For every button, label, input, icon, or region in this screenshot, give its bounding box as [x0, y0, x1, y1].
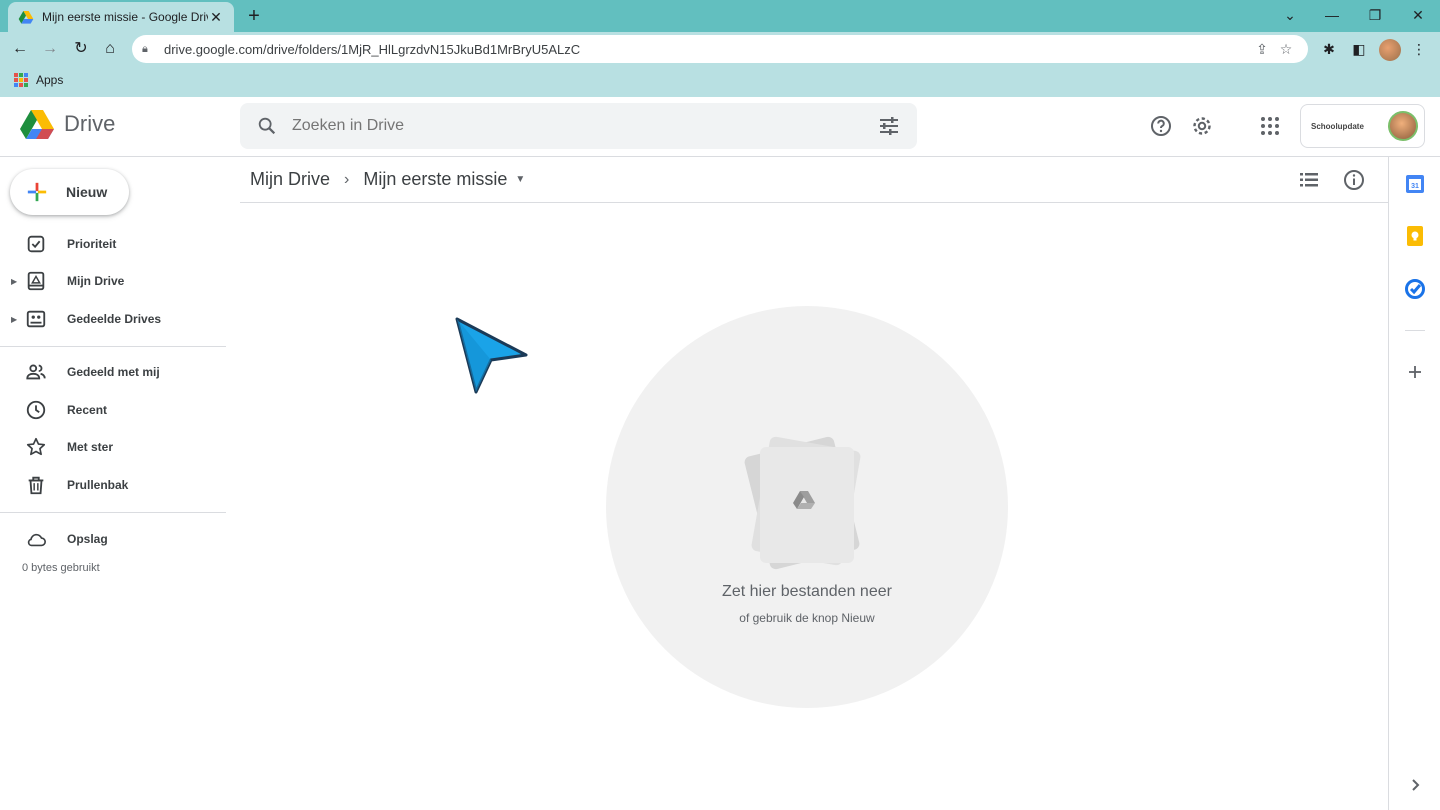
- sidebar-item-gedeelde-drives[interactable]: ▶ Gedeelde Drives: [0, 302, 226, 336]
- forward-arrow-icon[interactable]: →: [39, 38, 61, 60]
- new-tab-button[interactable]: +: [244, 4, 264, 28]
- shared-drives-icon: [26, 310, 46, 328]
- sidebar-item-label: Recent: [67, 403, 108, 417]
- plus-icon: [27, 182, 47, 202]
- extensions-puzzle-icon[interactable]: ✱: [1318, 38, 1340, 60]
- sidebar-item-label: Met ster: [67, 440, 114, 454]
- cloud-icon: [27, 533, 46, 547]
- sidebar-item-label: Gedeelde Drives: [67, 312, 162, 326]
- sidebar-item-label: Prullenbak: [67, 478, 129, 492]
- share-icon[interactable]: ⇪: [1250, 41, 1274, 58]
- sidebar-item-gedeeld-met-mij[interactable]: Gedeeld met mij: [0, 355, 226, 389]
- maximize-icon[interactable]: ❐: [1363, 4, 1387, 26]
- breadcrumb-root[interactable]: Mijn Drive: [250, 169, 330, 190]
- clock-icon: [26, 400, 46, 420]
- browser-tab[interactable]: Mijn eerste missie - Google Drive ✕: [8, 2, 234, 32]
- calendar-icon[interactable]: 31: [1403, 172, 1427, 196]
- tab-title: Mijn eerste missie - Google Drive: [42, 10, 208, 24]
- home-icon[interactable]: ⌂: [99, 38, 121, 60]
- drive-logo-icon: [20, 110, 54, 139]
- star-icon: [26, 437, 46, 456]
- empty-files-illustration-icon: [744, 436, 861, 570]
- help-icon[interactable]: [1149, 114, 1173, 138]
- sidebar-item-opslag[interactable]: Opslag: [0, 522, 226, 556]
- google-apps-icon[interactable]: [1258, 114, 1282, 138]
- breadcrumb-current[interactable]: Mijn eerste missie: [363, 169, 507, 190]
- url-text: drive.google.com/drive/folders/1MjR_HlLg…: [164, 41, 581, 57]
- org-logo: Schoolupdate: [1311, 121, 1364, 131]
- expand-panel-chevron-icon[interactable]: [1403, 773, 1427, 797]
- storage-used: 0 bytes gebruikt: [22, 562, 100, 574]
- reload-icon[interactable]: ↻: [70, 38, 92, 60]
- bookmark-star-icon[interactable]: ☆: [1274, 41, 1298, 58]
- sidebar-item-prullenbak[interactable]: Prullenbak: [0, 468, 226, 502]
- drive-header: Drive Schoolupdate: [0, 97, 1440, 157]
- sidebar-divider: [0, 346, 226, 347]
- lock-icon: 🔒︎: [142, 42, 148, 55]
- account-button[interactable]: Schoolupdate: [1300, 104, 1425, 148]
- rail-divider: [1405, 330, 1425, 331]
- tab-close-icon[interactable]: ✕: [208, 9, 224, 26]
- expand-caret-icon[interactable]: ▶: [11, 315, 17, 324]
- tab-strip: Mijn eerste missie - Google Drive ✕ + ⌄ …: [0, 0, 1440, 32]
- drive-favicon-icon: [18, 11, 34, 24]
- empty-state-subtitle: of gebruik de knop Nieuw: [739, 611, 875, 625]
- my-drive-icon: [27, 271, 45, 291]
- info-icon[interactable]: [1342, 168, 1366, 192]
- breadcrumb: Mijn Drive › Mijn eerste missie ▼: [240, 157, 1388, 203]
- keep-icon[interactable]: [1403, 224, 1427, 248]
- sidebar-item-label: Gedeeld met mij: [67, 365, 160, 379]
- folder-menu-caret-icon[interactable]: ▼: [515, 174, 525, 185]
- apps-grid-icon: [14, 73, 28, 87]
- people-icon: [26, 364, 46, 380]
- sidebar: Nieuw Prioriteit ▶ Mijn Drive ▶ Gedeelde…: [0, 157, 226, 810]
- account-avatar: [1388, 111, 1418, 141]
- browser-profile-avatar[interactable]: [1379, 39, 1401, 61]
- trash-icon: [28, 476, 44, 495]
- chevron-right-icon: ›: [344, 170, 350, 188]
- sidebar-item-label: Opslag: [67, 532, 108, 546]
- sidebar-divider: [0, 512, 226, 513]
- browser-toolbar: ← → ↻ ⌂ 🔒︎ drive.google.com/drive/folder…: [0, 32, 1440, 66]
- priority-check-icon: [27, 235, 45, 253]
- sidebar-item-label: Mijn Drive: [67, 274, 125, 288]
- search-input[interactable]: [292, 117, 877, 135]
- sidebar-item-recent[interactable]: Recent: [0, 393, 226, 427]
- tab-search-chevron-icon[interactable]: ⌄: [1278, 4, 1302, 26]
- bookmark-apps[interactable]: Apps: [36, 73, 63, 87]
- side-panel-icon[interactable]: ◧: [1348, 38, 1370, 60]
- pointer-cursor-icon: [455, 317, 528, 394]
- browser-menu-icon[interactable]: ⋮: [1408, 38, 1430, 60]
- search-icon[interactable]: [256, 115, 278, 137]
- list-view-icon[interactable]: [1297, 168, 1321, 192]
- product-name: Drive: [64, 111, 116, 136]
- sidebar-item-met-ster[interactable]: Met ster: [0, 430, 226, 464]
- back-arrow-icon[interactable]: ←: [9, 38, 31, 60]
- svg-text:31: 31: [1411, 183, 1419, 190]
- sidebar-item-prioriteit[interactable]: Prioriteit: [0, 227, 226, 261]
- sidebar-item-label: Prioriteit: [67, 237, 117, 251]
- side-panel-rail: 31: [1388, 157, 1440, 810]
- search-options-icon[interactable]: [877, 114, 901, 138]
- settings-gear-icon[interactable]: [1190, 114, 1214, 138]
- drive-logo[interactable]: Drive: [20, 109, 115, 139]
- bookmarks-bar: Apps: [0, 66, 1440, 94]
- main-content: Mijn Drive › Mijn eerste missie ▼ Zet hi…: [240, 157, 1388, 810]
- minimize-icon[interactable]: —: [1320, 4, 1344, 26]
- expand-caret-icon[interactable]: ▶: [11, 277, 17, 286]
- new-button-label: Nieuw: [66, 184, 108, 200]
- new-button[interactable]: Nieuw: [10, 169, 129, 215]
- tasks-icon[interactable]: [1403, 277, 1427, 301]
- search-bar[interactable]: [240, 103, 917, 149]
- add-addon-plus-icon[interactable]: [1403, 360, 1427, 384]
- browser-chrome: Mijn eerste missie - Google Drive ✕ + ⌄ …: [0, 0, 1440, 97]
- empty-state-title: Zet hier bestanden neer: [722, 583, 892, 600]
- address-bar[interactable]: 🔒︎ drive.google.com/drive/folders/1MjR_H…: [132, 35, 1308, 63]
- sidebar-item-mijn-drive[interactable]: ▶ Mijn Drive: [0, 264, 226, 298]
- close-window-icon[interactable]: ✕: [1406, 4, 1430, 26]
